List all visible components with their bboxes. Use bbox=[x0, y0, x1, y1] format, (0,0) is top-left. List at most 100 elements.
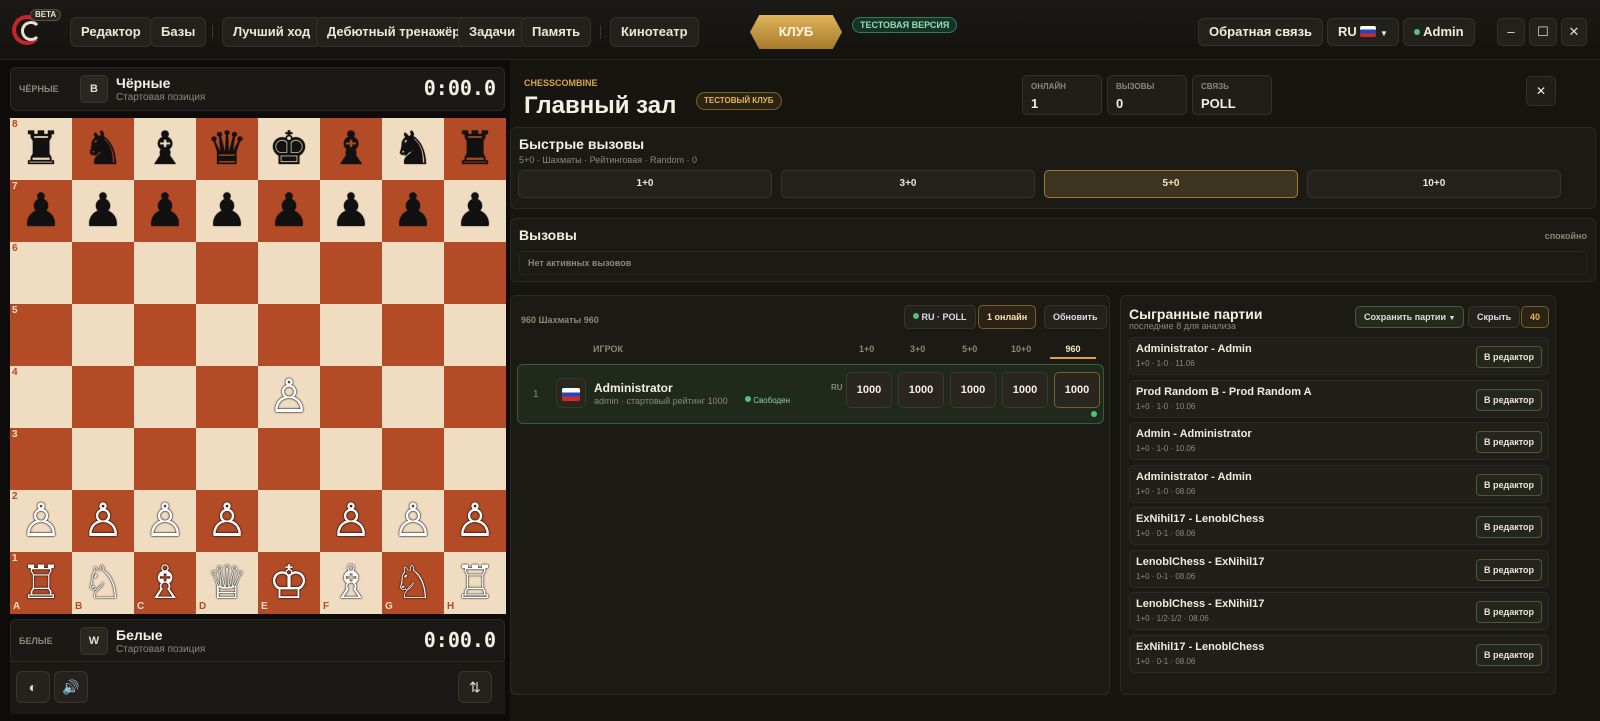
board-square[interactable] bbox=[134, 428, 196, 490]
board-square[interactable]: F ♗ bbox=[320, 552, 382, 614]
board-square[interactable]: ♟ bbox=[382, 180, 444, 242]
black-piece-icon[interactable]: ♚ bbox=[258, 118, 320, 180]
board-square[interactable]: 4 bbox=[10, 366, 72, 428]
board-square[interactable] bbox=[72, 366, 134, 428]
board-square[interactable]: 2 ♙ bbox=[10, 490, 72, 552]
board-square[interactable]: ♙ bbox=[382, 490, 444, 552]
maximize-button[interactable]: ☐ bbox=[1529, 18, 1557, 46]
window-close-button[interactable]: ✕ bbox=[1561, 18, 1587, 46]
board-square[interactable]: ♟ bbox=[258, 180, 320, 242]
board-square[interactable] bbox=[444, 304, 506, 366]
board-square[interactable]: ♚ bbox=[258, 118, 320, 180]
board-square[interactable] bbox=[320, 242, 382, 304]
board-square[interactable] bbox=[134, 304, 196, 366]
board-square[interactable]: ♟ bbox=[134, 180, 196, 242]
quick-1-0-button[interactable]: 1+0 bbox=[518, 170, 772, 198]
white-piece-icon[interactable]: ♙ bbox=[134, 490, 196, 552]
board-square[interactable] bbox=[382, 242, 444, 304]
black-piece-icon[interactable]: ♜ bbox=[444, 118, 506, 180]
board-square[interactable]: ♝ bbox=[320, 118, 382, 180]
white-piece-icon[interactable]: ♖ bbox=[444, 552, 506, 614]
black-piece-icon[interactable]: ♛ bbox=[196, 118, 258, 180]
board-square[interactable]: ♛ bbox=[196, 118, 258, 180]
black-piece-icon[interactable]: ♞ bbox=[382, 118, 444, 180]
white-piece-icon[interactable]: ♙ bbox=[382, 490, 444, 552]
board-square[interactable]: ♙ bbox=[258, 366, 320, 428]
black-piece-icon[interactable]: ♟ bbox=[444, 180, 506, 242]
board-square[interactable] bbox=[320, 428, 382, 490]
open-in-editor-button[interactable]: В редактор bbox=[1475, 516, 1542, 538]
rating-10-0[interactable]: 1000 bbox=[1002, 372, 1048, 408]
board-square[interactable]: ♟ bbox=[72, 180, 134, 242]
white-piece-icon[interactable]: ♔ bbox=[258, 552, 320, 614]
board-square[interactable] bbox=[382, 366, 444, 428]
board-square[interactable]: 3 bbox=[10, 428, 72, 490]
black-piece-icon[interactable]: ♞ bbox=[72, 118, 134, 180]
board-square[interactable] bbox=[258, 242, 320, 304]
white-piece-icon[interactable]: ♘ bbox=[72, 552, 134, 614]
board-square[interactable]: H ♖ bbox=[444, 552, 506, 614]
board-square[interactable] bbox=[196, 366, 258, 428]
board-square[interactable] bbox=[444, 242, 506, 304]
board-square[interactable]: ♙ bbox=[196, 490, 258, 552]
board-square[interactable]: B ♘ bbox=[72, 552, 134, 614]
board-square[interactable] bbox=[196, 304, 258, 366]
board-square[interactable]: ♙ bbox=[72, 490, 134, 552]
quick-5-0-button[interactable]: 5+0 bbox=[1044, 170, 1298, 198]
nav-cinema[interactable]: Кинотеатр bbox=[610, 17, 699, 47]
board-square[interactable]: 8 ♜ bbox=[10, 118, 72, 180]
player-row[interactable]: 1 Administrator admin · стартовый рейтин… bbox=[517, 364, 1104, 424]
nav-best-move[interactable]: Лучший ход bbox=[222, 17, 322, 47]
white-piece-icon[interactable]: ♖ bbox=[10, 552, 72, 614]
col-960[interactable]: 960 bbox=[1050, 344, 1096, 359]
open-in-editor-button[interactable]: В редактор bbox=[1475, 601, 1542, 623]
board-square[interactable]: 1 A ♖ bbox=[10, 552, 72, 614]
open-in-editor-button[interactable]: В редактор bbox=[1475, 473, 1542, 496]
board-square[interactable]: ♝ bbox=[134, 118, 196, 180]
black-piece-icon[interactable]: ♟ bbox=[134, 180, 196, 242]
quick-3-0-button[interactable]: 3+0 bbox=[781, 170, 1035, 198]
board-square[interactable]: ♞ bbox=[382, 118, 444, 180]
col-5-0[interactable]: 5+0 bbox=[962, 344, 977, 354]
club-button[interactable]: КЛУБ bbox=[750, 15, 842, 49]
palette-icon[interactable]: ◐ bbox=[16, 671, 50, 703]
white-piece-icon[interactable]: ♙ bbox=[72, 490, 134, 552]
white-piece-icon[interactable]: ♕ bbox=[196, 552, 258, 614]
rating-960[interactable]: 1000 bbox=[1054, 372, 1100, 408]
board-square[interactable] bbox=[382, 428, 444, 490]
board-square[interactable] bbox=[72, 428, 134, 490]
board-square[interactable]: ♟ bbox=[444, 180, 506, 242]
user-menu[interactable]: Admin bbox=[1403, 18, 1475, 46]
save-games-button[interactable]: Сохранить партии ▼ bbox=[1355, 306, 1465, 328]
board-square[interactable] bbox=[258, 304, 320, 366]
close-icon[interactable]: ✕ bbox=[1526, 76, 1556, 106]
open-in-editor-button[interactable]: В редактор bbox=[1475, 346, 1542, 368]
open-in-editor-button[interactable]: В редактор bbox=[1475, 388, 1542, 411]
white-piece-icon[interactable]: ♙ bbox=[320, 490, 382, 552]
black-piece-icon[interactable]: ♟ bbox=[258, 180, 320, 242]
rating-1-0[interactable]: 1000 bbox=[846, 372, 892, 408]
black-piece-icon[interactable]: ♟ bbox=[72, 180, 134, 242]
board-square[interactable]: ♟ bbox=[196, 180, 258, 242]
board-square[interactable] bbox=[444, 366, 506, 428]
board-square[interactable]: ♞ bbox=[72, 118, 134, 180]
white-piece-icon[interactable]: ♗ bbox=[320, 552, 382, 614]
board-square[interactable]: ♙ bbox=[320, 490, 382, 552]
nav-tasks[interactable]: Задачи bbox=[458, 17, 527, 47]
board-square[interactable]: 7 ♟ bbox=[10, 180, 72, 242]
black-piece-icon[interactable]: ♝ bbox=[134, 118, 196, 180]
nav-editor[interactable]: Редактор bbox=[70, 17, 152, 47]
white-piece-icon[interactable]: ♙ bbox=[444, 490, 506, 552]
board-square[interactable]: ♙ bbox=[134, 490, 196, 552]
black-piece-icon[interactable]: ♜ bbox=[10, 118, 72, 180]
board-square[interactable]: ♟ bbox=[320, 180, 382, 242]
feedback-button[interactable]: Обратная связь bbox=[1198, 18, 1324, 46]
nav-bases[interactable]: Базы bbox=[150, 17, 207, 47]
refresh-button[interactable]: Обновить bbox=[1044, 305, 1107, 329]
board-square[interactable]: ♙ bbox=[444, 490, 506, 552]
black-piece-icon[interactable]: ♟ bbox=[10, 180, 72, 242]
board-square[interactable]: E ♔ bbox=[258, 552, 320, 614]
language-select[interactable]: RU ▼ bbox=[1327, 18, 1399, 46]
black-piece-icon[interactable]: ♟ bbox=[382, 180, 444, 242]
col-3-0[interactable]: 3+0 bbox=[910, 344, 925, 354]
